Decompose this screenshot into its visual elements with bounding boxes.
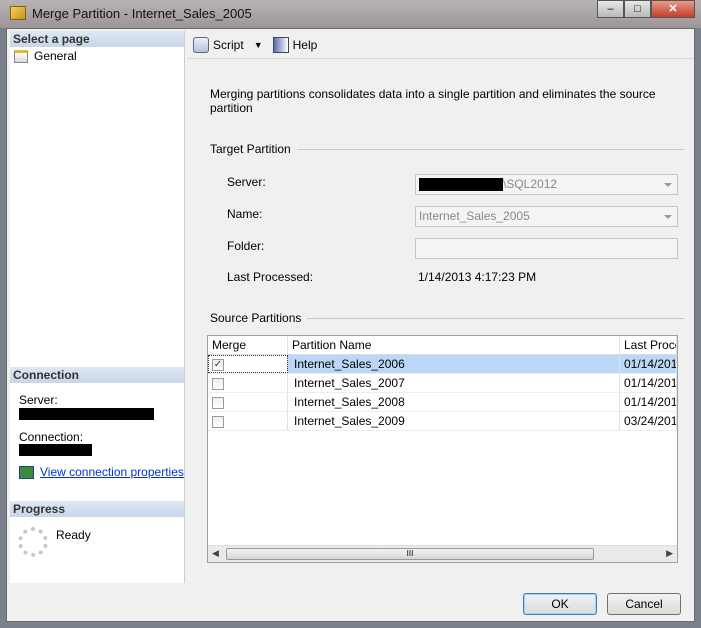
connection-properties-icon — [19, 465, 34, 479]
merge-cell — [208, 412, 288, 430]
redacted-connection — [19, 444, 92, 456]
group-title: Target Partition — [210, 142, 291, 156]
source-partitions-group: Source Partitions — [210, 311, 684, 325]
group-title: Source Partitions — [210, 311, 302, 325]
help-label: Help — [292, 37, 318, 52]
view-connection-link[interactable]: View connection properties — [40, 465, 184, 479]
close-button[interactable]: ✕ — [651, 0, 695, 18]
merge-checkbox[interactable] — [212, 415, 224, 428]
progress-header: Progress — [10, 501, 184, 517]
sidebar-item-general[interactable]: General — [10, 47, 184, 65]
merge-cell: ✓ — [208, 355, 288, 373]
horizontal-scrollbar[interactable]: ◀ III ▶ — [208, 545, 677, 562]
progress-spinner-icon — [18, 527, 48, 557]
table-row[interactable]: Internet_Sales_2007 01/14/201 — [208, 374, 677, 393]
sidebar: Select a page General Connection Server:… — [10, 31, 185, 583]
last-processed-cell: 01/14/201 — [620, 393, 677, 411]
table-row[interactable]: Internet_Sales_2008 01/14/201 — [208, 393, 677, 412]
title-bar: Merge Partition - Internet_Sales_2005 – … — [0, 0, 701, 28]
script-button[interactable]: Script — [193, 36, 244, 53]
scroll-left-icon[interactable]: ◀ — [212, 548, 219, 559]
script-icon — [193, 36, 209, 53]
last-processed-label: Last Processed: — [227, 270, 314, 284]
server-label: Server: — [227, 175, 266, 189]
select-page-header: Select a page — [10, 31, 184, 47]
table-row[interactable]: ✓ Internet_Sales_2006 01/14/201 — [208, 355, 677, 374]
last-processed-value: 1/14/2013 4:17:23 PM — [418, 270, 537, 284]
folder-input[interactable] — [415, 238, 678, 259]
name-label: Name: — [227, 207, 263, 221]
merge-checkbox[interactable] — [212, 396, 224, 409]
minimize-button[interactable]: – — [597, 0, 624, 18]
scroll-right-icon[interactable]: ▶ — [666, 548, 673, 559]
chevron-down-icon — [664, 183, 672, 187]
maximize-button[interactable]: □ — [624, 0, 651, 18]
server-combobox[interactable]: \SQL2012 — [415, 174, 678, 195]
merge-cell — [208, 374, 288, 392]
name-combobox[interactable]: Internet_Sales_2005 — [415, 206, 678, 227]
view-connection-properties[interactable]: View connection properties — [19, 465, 184, 479]
column-header-merge[interactable]: Merge — [208, 336, 288, 354]
page-icon — [14, 49, 28, 63]
connection-header: Connection — [10, 367, 184, 383]
column-header-partition-name[interactable]: Partition Name — [288, 336, 620, 354]
connection-label: Connection: — [19, 430, 84, 444]
last-processed-cell: 01/14/201 — [620, 374, 677, 392]
merge-checkbox[interactable]: ✓ — [212, 358, 224, 371]
toolbar: Script ▼ Help — [187, 31, 694, 59]
server-label: Server: — [19, 393, 58, 407]
ok-button[interactable]: OK — [523, 593, 597, 615]
folder-label: Folder: — [227, 239, 265, 253]
app-icon — [10, 6, 26, 20]
name-value: Internet_Sales_2005 — [419, 209, 530, 223]
script-dropdown-chevron-icon[interactable]: ▼ — [254, 40, 263, 50]
column-header-last-processed[interactable]: Last Proces — [620, 336, 677, 354]
merge-cell — [208, 393, 288, 411]
dialog: Select a page General Connection Server:… — [6, 28, 695, 622]
table-row[interactable]: Internet_Sales_2009 03/24/201 — [208, 412, 677, 431]
script-label: Script — [213, 37, 244, 52]
cancel-button[interactable]: Cancel — [607, 593, 681, 615]
help-icon — [272, 36, 289, 53]
description: Merging partitions consolidates data int… — [210, 87, 656, 115]
partition-name-cell: Internet_Sales_2008 — [288, 393, 620, 411]
last-processed-cell: 01/14/201 — [620, 355, 677, 373]
redacted-server — [19, 408, 154, 420]
chevron-down-icon — [664, 215, 672, 219]
grid-header: Merge Partition Name Last Proces — [208, 336, 677, 355]
help-button[interactable]: Help — [272, 36, 318, 53]
window-title: Merge Partition - Internet_Sales_2005 — [32, 6, 252, 21]
target-partition-group: Target Partition — [210, 142, 684, 156]
source-partitions-grid[interactable]: Merge Partition Name Last Proces ✓ Inter… — [207, 335, 678, 563]
last-processed-cell: 03/24/201 — [620, 412, 677, 430]
partition-name-cell: Internet_Sales_2006 — [288, 355, 620, 373]
sidebar-item-label: General — [34, 49, 77, 63]
partition-name-cell: Internet_Sales_2007 — [288, 374, 620, 392]
main-panel: Script ▼ Help Merging partitions consoli… — [187, 31, 694, 583]
partition-name-cell: Internet_Sales_2009 — [288, 412, 620, 430]
merge-checkbox[interactable] — [212, 377, 224, 390]
scrollbar-thumb[interactable]: III — [226, 548, 594, 560]
server-value: \SQL2012 — [503, 177, 558, 191]
redacted-server-name — [419, 178, 503, 192]
progress-status: Ready — [56, 528, 91, 542]
